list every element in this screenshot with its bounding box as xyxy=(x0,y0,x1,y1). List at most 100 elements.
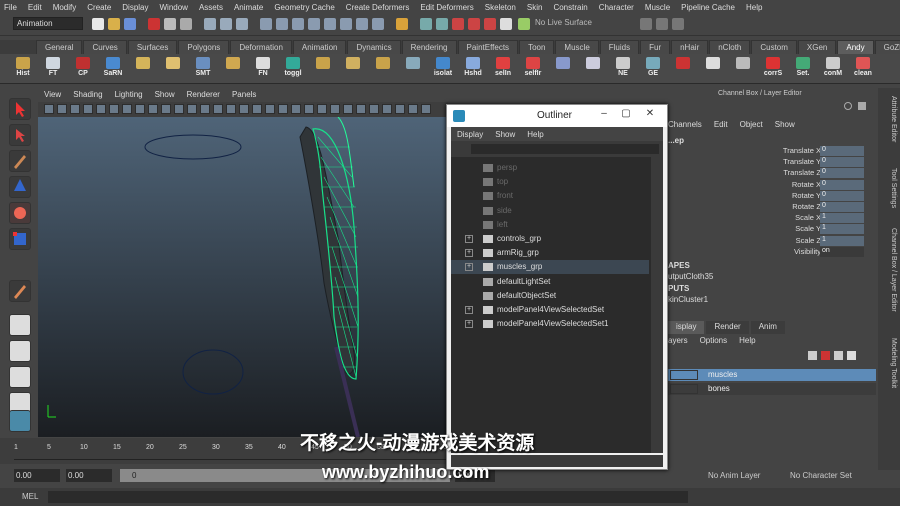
render-icon[interactable] xyxy=(452,18,464,30)
panel-toolbar-icon[interactable] xyxy=(265,104,275,114)
shelf-button-hshd[interactable]: Hshd xyxy=(462,57,484,82)
side-tab-3[interactable]: Modeling Toolkit xyxy=(881,338,897,388)
command-input[interactable] xyxy=(48,491,688,503)
panel-toolbar-icon[interactable] xyxy=(122,104,132,114)
select-component-icon[interactable] xyxy=(180,18,192,30)
shelf-button-isolat[interactable]: isolat xyxy=(432,57,454,82)
menu-set-select[interactable]: Animation xyxy=(13,17,83,30)
panel-toolbar-icon[interactable] xyxy=(278,104,288,114)
panel-toolbar-icon[interactable] xyxy=(226,104,236,114)
mask-3-icon[interactable] xyxy=(292,18,304,30)
inputs-item[interactable]: kinCluster1 xyxy=(668,295,708,304)
panel-toolbar-icon[interactable] xyxy=(304,104,314,114)
menu-create[interactable]: Create xyxy=(87,3,111,12)
anim-layer-label[interactable]: No Anim Layer xyxy=(708,471,760,480)
menu-display[interactable]: Display xyxy=(122,3,148,12)
menu-file[interactable]: File xyxy=(4,3,17,12)
panel-toolbar-icon[interactable] xyxy=(200,104,210,114)
shelf-tab-curves[interactable]: Curves xyxy=(83,40,127,54)
panel-toolbar-icon[interactable] xyxy=(369,104,379,114)
outliner-item[interactable]: + controls_grp xyxy=(451,232,649,246)
mask-icon[interactable] xyxy=(260,18,272,30)
shelf-button-selin[interactable]: selIn xyxy=(492,57,514,82)
menu-window[interactable]: Window xyxy=(160,3,188,12)
panel-toolbar-icon[interactable] xyxy=(44,104,54,114)
mask-8-icon[interactable] xyxy=(372,18,384,30)
save-scene-icon[interactable] xyxy=(124,18,136,30)
panel-toolbar-icon[interactable] xyxy=(408,104,418,114)
panel-menu-view[interactable]: View xyxy=(44,90,61,102)
shelf-button-set[interactable]: Set. xyxy=(792,57,814,82)
side-tab-0[interactable]: Attribute Editor xyxy=(881,96,897,142)
menu-animate[interactable]: Animate xyxy=(234,3,263,12)
shelf-button-sarn[interactable]: SaRN xyxy=(102,57,124,82)
menu-character[interactable]: Character xyxy=(599,3,634,12)
panel-toolbar-icon[interactable] xyxy=(70,104,80,114)
search-input[interactable] xyxy=(471,144,659,154)
shelf-button-ft[interactable]: FT xyxy=(42,57,64,82)
layer-visibility-toggle[interactable] xyxy=(670,370,698,380)
shelf-tab-fur[interactable]: Fur xyxy=(640,40,671,54)
attr-value-field[interactable]: 0 xyxy=(820,179,864,190)
panel-menu-panels[interactable]: Panels xyxy=(232,90,256,102)
expand-icon[interactable]: + xyxy=(465,249,473,258)
menu-skeleton[interactable]: Skeleton xyxy=(485,3,516,12)
close-icon[interactable]: ✕ xyxy=(643,108,657,120)
hypershade-icon[interactable] xyxy=(500,18,512,30)
channel-menu-object[interactable]: Object xyxy=(740,120,763,132)
expand-icon[interactable]: + xyxy=(465,263,473,272)
panel-toolbar-icon[interactable] xyxy=(174,104,184,114)
layer-row[interactable]: bones xyxy=(668,383,876,395)
attr-value-field[interactable]: 0 xyxy=(820,168,864,179)
shelf-tab-deformation[interactable]: Deformation xyxy=(230,40,292,54)
menu-pipeline-cache[interactable]: Pipeline Cache xyxy=(681,3,735,12)
panel-toolbar-icon[interactable] xyxy=(252,104,262,114)
scale-tool-icon[interactable] xyxy=(9,228,31,250)
shelf-button-tool-19[interactable] xyxy=(582,57,604,82)
shelf-tab-fluids[interactable]: Fluids xyxy=(599,40,640,54)
layer-visibility-toggle[interactable] xyxy=(670,384,698,394)
outliner-item[interactable]: side xyxy=(451,204,649,218)
attr-value-field[interactable]: 1 xyxy=(820,235,864,246)
menu-skin[interactable]: Skin xyxy=(527,3,543,12)
side-tab-2[interactable]: Channel Box / Layer Editor xyxy=(881,228,897,312)
select-hierarchy-icon[interactable] xyxy=(148,18,160,30)
panel-toolbar-icon[interactable] xyxy=(161,104,171,114)
attr-value-field[interactable]: 0 xyxy=(820,146,864,156)
snap-grid-icon[interactable] xyxy=(204,18,216,30)
shelf-button-smt[interactable]: SMT xyxy=(192,57,214,82)
layer-menu-0[interactable]: ayers xyxy=(668,336,688,348)
panel-toolbar-icon[interactable] xyxy=(135,104,145,114)
paint-select-tool-icon[interactable] xyxy=(9,150,31,172)
character-set-label[interactable]: No Character Set xyxy=(790,471,852,480)
mask-2-icon[interactable] xyxy=(276,18,288,30)
outliner-item[interactable]: left xyxy=(451,218,649,232)
panel-toolbar-icon[interactable] xyxy=(421,104,431,114)
layer-menu-1[interactable]: Options xyxy=(700,336,728,348)
panel-menu-lighting[interactable]: Lighting xyxy=(115,90,143,102)
shelf-button-ne[interactable]: NE xyxy=(612,57,634,82)
shelf-button-hist[interactable]: Hist xyxy=(12,57,34,82)
shelf-tab-gozbrush[interactable]: GoZBrush xyxy=(874,40,900,54)
shelf-button-conm[interactable]: conM xyxy=(822,57,844,82)
menu-assets[interactable]: Assets xyxy=(199,3,223,12)
shelf-button-tool-12[interactable] xyxy=(372,57,394,82)
input-ops-icon[interactable] xyxy=(436,18,448,30)
shelf-button-tool-13[interactable] xyxy=(402,57,424,82)
attr-value-field[interactable]: 1 xyxy=(820,224,864,235)
shelf-tab-dynamics[interactable]: Dynamics xyxy=(347,40,401,54)
outliner-item[interactable]: + armRig_grp xyxy=(451,246,649,260)
panel-toolbar-icon[interactable] xyxy=(96,104,106,114)
panel-toolbar-icon[interactable] xyxy=(343,104,353,114)
menu-edit-deformers[interactable]: Edit Deformers xyxy=(420,3,473,12)
perspective-viewport[interactable] xyxy=(38,116,448,438)
layer-menu-2[interactable]: Help xyxy=(739,336,755,348)
snap-point-icon[interactable] xyxy=(236,18,248,30)
snap-curve-icon[interactable] xyxy=(220,18,232,30)
shelf-button-tool-18[interactable] xyxy=(552,57,574,82)
panel-toolbar-icon[interactable] xyxy=(330,104,340,114)
attr-value-field[interactable]: on xyxy=(820,246,864,257)
sidebar-toggle-icon[interactable] xyxy=(640,18,652,30)
attr-value-field[interactable]: 0 xyxy=(820,190,864,201)
move-tool-icon[interactable] xyxy=(9,176,31,198)
